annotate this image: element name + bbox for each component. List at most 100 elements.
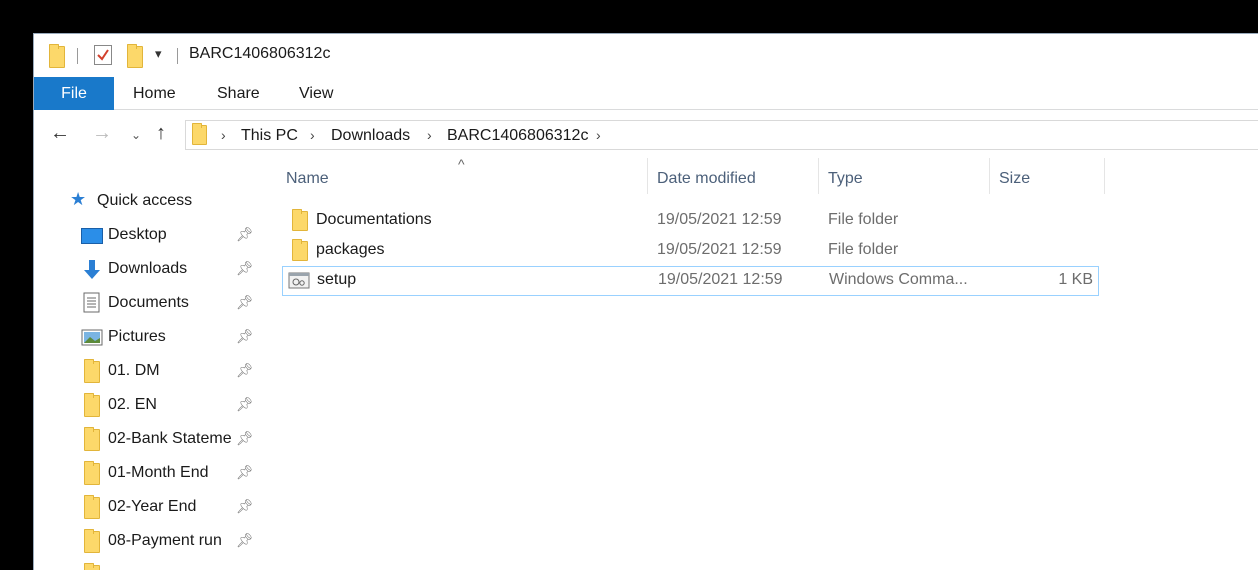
batch-script-icon	[288, 272, 310, 289]
file-date: 19/05/2021 12:59	[658, 271, 783, 288]
pin-icon[interactable]: 📌︎	[236, 464, 254, 481]
nav-item-label: Downloads	[108, 260, 188, 277]
folder-icon	[84, 563, 100, 570]
chevron-right-icon[interactable]: ›	[427, 127, 432, 143]
column-divider[interactable]	[647, 158, 648, 194]
separator	[77, 48, 78, 64]
pin-icon[interactable]: 📌︎	[236, 362, 254, 379]
nav-item-downloads[interactable]: Downloads 📌︎	[34, 252, 264, 286]
column-header-name[interactable]: Name	[286, 170, 329, 188]
file-type: File folder	[828, 211, 899, 228]
nav-item-02-year-end[interactable]: 02-Year End 📌︎	[34, 490, 264, 524]
file-type: File folder	[828, 241, 899, 258]
folder-icon	[49, 44, 65, 68]
column-divider[interactable]	[1104, 158, 1105, 194]
explorer-window: ▾ BARC1406806312c File Home Share View ←…	[33, 33, 1258, 570]
folder-icon	[84, 359, 100, 383]
file-name: setup	[317, 271, 357, 288]
nav-quick-access[interactable]: ★ Quick access	[34, 184, 264, 218]
document-icon	[83, 292, 100, 313]
folder-icon	[84, 495, 100, 519]
pin-icon[interactable]: 📌︎	[236, 328, 254, 345]
up-arrow-icon[interactable]: ↑	[156, 122, 166, 145]
pin-icon[interactable]: 📌︎	[236, 226, 254, 243]
column-divider[interactable]	[989, 158, 990, 194]
tab-view[interactable]: View	[299, 77, 333, 110]
file-size: 1 KB	[1058, 271, 1093, 288]
pin-icon[interactable]: 📌︎	[236, 396, 254, 413]
nav-item-label: Pictures	[108, 328, 166, 345]
breadcrumb-this-pc[interactable]: This PC	[241, 127, 298, 145]
folder-icon	[292, 209, 308, 231]
file-row[interactable]: Documentations 19/05/2021 12:59 File fol…	[282, 206, 1099, 236]
nav-item-01-dm[interactable]: 01. DM 📌︎	[34, 354, 264, 388]
download-arrow-icon	[84, 260, 100, 279]
nav-item-documents[interactable]: Documents 📌︎	[34, 286, 264, 320]
nav-item-label: Documents	[108, 294, 189, 311]
column-header-type[interactable]: Type	[828, 170, 863, 188]
folder-icon	[84, 427, 100, 451]
pin-icon[interactable]: 📌︎	[236, 294, 254, 311]
file-date: 19/05/2021 12:59	[657, 241, 782, 258]
properties-check-icon[interactable]	[94, 45, 112, 65]
nav-item-label: 02. EN	[108, 396, 157, 413]
chevron-right-icon[interactable]: ›	[596, 127, 601, 143]
pictures-icon	[81, 329, 103, 346]
separator	[177, 48, 178, 64]
file-date: 19/05/2021 12:59	[657, 211, 782, 228]
nav-item-partial[interactable]	[34, 558, 264, 570]
nav-item-label: 02-Year End	[108, 498, 197, 515]
breadcrumb-current-folder[interactable]: BARC1406806312c	[447, 127, 588, 145]
star-icon: ★	[70, 189, 87, 209]
forward-arrow-icon[interactable]: →	[92, 122, 112, 145]
folder-icon	[84, 393, 100, 417]
nav-item-label: 01. DM	[108, 362, 160, 379]
tab-share[interactable]: Share	[217, 77, 260, 110]
pin-icon[interactable]: 📌︎	[236, 498, 254, 515]
chevron-right-icon[interactable]: ›	[310, 127, 315, 143]
column-header-date-modified[interactable]: Date modified	[657, 170, 756, 188]
column-headers: ^ Name Date modified Type Size	[282, 156, 1112, 198]
tab-file[interactable]: File	[34, 77, 114, 110]
desktop-icon	[81, 228, 103, 244]
sort-ascending-icon: ^	[458, 156, 465, 172]
folder-icon	[84, 529, 100, 553]
file-row-selected[interactable]: setup 19/05/2021 12:59 Windows Comma... …	[282, 266, 1099, 296]
title-bar: ▾ BARC1406806312c	[34, 34, 1258, 76]
customize-quick-access-icon[interactable]: ▾	[155, 46, 162, 62]
pin-icon[interactable]: 📌︎	[236, 430, 254, 447]
window-title: BARC1406806312c	[189, 45, 331, 62]
pin-icon[interactable]: 📌︎	[236, 532, 254, 549]
nav-item-label: 01-Month End	[108, 464, 209, 481]
column-divider[interactable]	[818, 158, 819, 194]
back-arrow-icon[interactable]: ←	[50, 122, 70, 145]
folder-icon	[292, 239, 308, 261]
tab-home[interactable]: Home	[133, 77, 176, 110]
nav-item-desktop[interactable]: Desktop 📌︎	[34, 218, 264, 252]
pin-icon[interactable]: 📌︎	[236, 260, 254, 277]
nav-item-02-en[interactable]: 02. EN 📌︎	[34, 388, 264, 422]
new-folder-icon[interactable]	[127, 44, 143, 68]
nav-item-01-month-end[interactable]: 01-Month End 📌︎	[34, 456, 264, 490]
file-name: packages	[316, 241, 385, 258]
nav-item-label: Desktop	[108, 226, 167, 243]
nav-item-02-bank-statements[interactable]: 02-Bank Stateme 📌︎	[34, 422, 264, 456]
navigation-pane: ★ Quick access Desktop 📌︎ Downloads 📌︎ D	[34, 184, 274, 570]
folder-icon	[84, 461, 100, 485]
ribbon-tabs: File Home Share View	[34, 77, 1258, 110]
breadcrumb-downloads[interactable]: Downloads	[331, 127, 410, 145]
address-bar[interactable]: › This PC › Downloads › BARC1406806312c …	[185, 120, 1258, 150]
folder-icon	[192, 123, 207, 145]
file-type: Windows Comma...	[829, 271, 968, 288]
address-row: ← → ⌄ ↑ › This PC › Downloads › BARC1406…	[34, 110, 1258, 158]
recent-locations-chevron-icon[interactable]: ⌄	[131, 128, 141, 142]
nav-item-label: 08-Payment run	[108, 532, 222, 549]
column-header-size[interactable]: Size	[999, 170, 1030, 188]
nav-quick-access-label: Quick access	[97, 192, 193, 209]
chevron-right-icon[interactable]: ›	[221, 127, 226, 143]
file-name: Documentations	[316, 211, 432, 228]
nav-item-08-payment-run[interactable]: 08-Payment run 📌︎	[34, 524, 264, 558]
nav-item-pictures[interactable]: Pictures 📌︎	[34, 320, 264, 354]
file-row[interactable]: packages 19/05/2021 12:59 File folder	[282, 236, 1099, 266]
nav-item-label: 02-Bank Stateme	[108, 430, 232, 447]
